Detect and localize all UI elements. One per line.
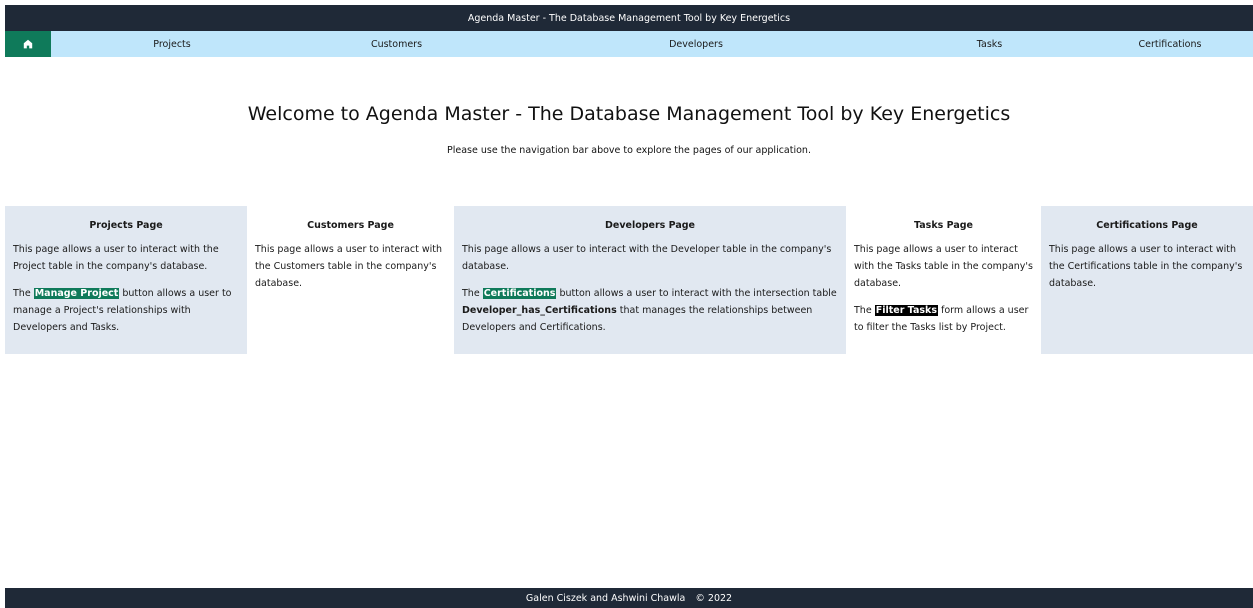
card-certifications: Certifications Page This page allows a u…: [1041, 206, 1253, 354]
nav-item-projects[interactable]: Projects: [51, 31, 293, 57]
footer-copyright: © 2022: [695, 592, 733, 604]
card-customers: Customers Page This page allows a user t…: [247, 206, 454, 354]
filter-tasks-button-label: Filter Tasks: [874, 305, 938, 316]
card-text: The Certifications button allows a user …: [462, 288, 837, 333]
nav-item-developers[interactable]: Developers: [500, 31, 892, 57]
card-developers: Developers Page This page allows a user …: [454, 206, 846, 354]
card-title: Developers Page: [605, 220, 695, 231]
card-title: Tasks Page: [914, 220, 973, 231]
page-subtitle: Please use the navigation bar above to e…: [447, 145, 811, 156]
manage-project-button-label: Manage Project: [33, 288, 120, 299]
home-icon: [23, 39, 33, 49]
nav-item-customers[interactable]: Customers: [293, 31, 500, 57]
page: Agenda Master - The Database Management …: [5, 5, 1253, 608]
card-text: The Filter Tasks form allows a user to f…: [854, 305, 1029, 333]
card-tasks: Tasks Page This page allows a user to in…: [846, 206, 1041, 354]
card-text: This page allows a user to interact with…: [13, 244, 219, 272]
table-name: Developer_has_Certifications: [462, 305, 617, 316]
card-title: Projects Page: [89, 220, 163, 231]
page-cards: Projects Page This page allows a user to…: [5, 206, 1253, 354]
card-text: This page allows a user to interact with…: [1049, 244, 1243, 289]
card-title: Customers Page: [307, 220, 394, 231]
nav-item-certifications[interactable]: Certifications: [1087, 31, 1253, 57]
card-title: Certifications Page: [1096, 220, 1198, 231]
card-text: The Manage Project button allows a user …: [13, 288, 232, 333]
card-projects: Projects Page This page allows a user to…: [5, 206, 247, 354]
footer: Galen Ciszek and Ashwini Chawla © 2022: [5, 588, 1253, 608]
page-title: Welcome to Agenda Master - The Database …: [247, 103, 1011, 125]
nav-item-tasks[interactable]: Tasks: [892, 31, 1087, 57]
home-button[interactable]: [5, 31, 51, 57]
app-title: Agenda Master - The Database Management …: [467, 12, 791, 24]
navigation-bar: Projects Customers Developers Tasks Cert…: [5, 31, 1253, 57]
certifications-button-label: Certifications: [482, 288, 557, 299]
app-title-bar: Agenda Master - The Database Management …: [5, 5, 1253, 31]
card-text: This page allows a user to interact with…: [854, 244, 1033, 289]
card-text: This page allows a user to interact with…: [462, 244, 832, 272]
footer-authors: Galen Ciszek and Ashwini Chawla: [525, 592, 686, 604]
card-text: This page allows a user to interact with…: [255, 244, 443, 289]
